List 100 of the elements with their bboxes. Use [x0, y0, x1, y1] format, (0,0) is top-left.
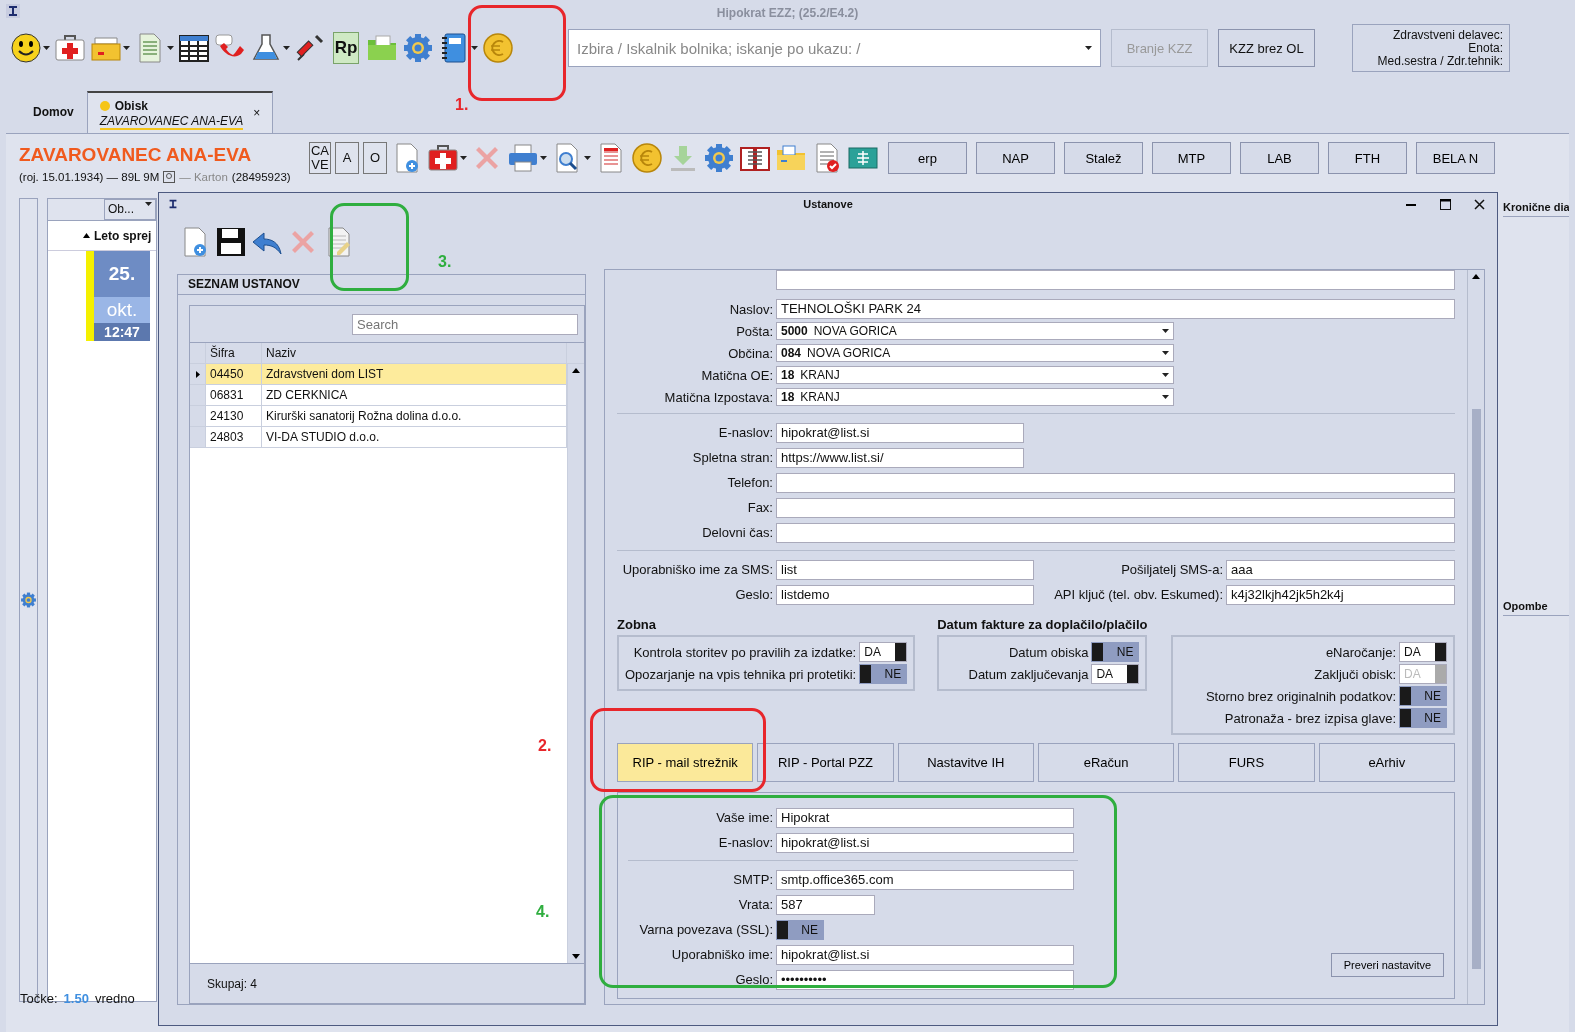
- settings-tab[interactable]: RIP - Portal PZZ: [757, 743, 894, 782]
- column-header[interactable]: Šifra: [206, 343, 262, 363]
- dropdown-field[interactable]: 18 KRANJ: [776, 366, 1174, 384]
- dropdown-field[interactable]: 084 NOVA GORICA: [776, 344, 1174, 362]
- toggle-switch[interactable]: NE: [1091, 642, 1140, 662]
- input-field[interactable]: list: [776, 559, 1034, 580]
- module-button[interactable]: BELA N: [1416, 142, 1495, 174]
- module-button[interactable]: MTP: [1152, 142, 1231, 174]
- table-row[interactable]: 24803 VI-DA STUDIO d.o.o.: [190, 427, 567, 448]
- gear-icon[interactable]: [20, 591, 37, 609]
- field-label: Delovni čas:: [701, 525, 773, 540]
- points-label: Točke:: [20, 991, 58, 1006]
- input-field[interactable]: smtp.office365.com: [776, 869, 1074, 890]
- module-button[interactable]: LAB: [1240, 142, 1319, 174]
- input-field[interactable]: 587: [776, 894, 875, 915]
- input-field[interactable]: [776, 472, 1455, 493]
- scroll-up-icon[interactable]: [1472, 274, 1480, 279]
- letter-button[interactable]: CA VE: [309, 142, 331, 174]
- toggle-label: Datum obiska: [1008, 644, 1089, 660]
- toggle-label: Patronaža - brez izpisa glave:: [1224, 710, 1396, 726]
- input-field[interactable]: hipokrat@list.si: [776, 832, 1074, 853]
- table-row[interactable]: 04450 Zdravstveni dom LIST: [190, 364, 567, 385]
- toggle-switch[interactable]: DA: [1091, 664, 1140, 684]
- input-field[interactable]: [776, 522, 1455, 543]
- verify-settings-button[interactable]: Preveri nastavitve: [1331, 953, 1444, 977]
- caret-icon[interactable]: [1162, 395, 1169, 399]
- letter-button[interactable]: O: [363, 142, 387, 174]
- user-info-line: Enota:: [1468, 41, 1503, 55]
- module-button[interactable]: erp: [888, 142, 967, 174]
- caret-icon[interactable]: [145, 202, 152, 206]
- caret-icon[interactable]: [283, 46, 290, 50]
- table-row[interactable]: 24130 Kirurški sanatorij Rožna dolina d.o.o.: [190, 406, 567, 427]
- caret-icon[interactable]: [1162, 373, 1169, 377]
- caret-icon[interactable]: [540, 156, 547, 160]
- settings-tab[interactable]: eRačun: [1038, 743, 1175, 782]
- caret-icon[interactable]: [471, 46, 478, 50]
- input-field[interactable]: TEHNOLOŠKI PARK 24: [776, 299, 1455, 319]
- table-row[interactable]: 06831 ZD CERKNICA: [190, 385, 567, 406]
- scroll-down-icon[interactable]: [572, 954, 580, 959]
- patient-search-combobox[interactable]: Izbira / Iskalnik bolnika; iskanje po ukazu: /: [568, 29, 1101, 67]
- input-field[interactable]: k4j32lkjh42jk5h2k4j: [1226, 584, 1455, 605]
- panel-title: SEZNAM USTANOV: [178, 275, 585, 295]
- first-aid-kit-icon[interactable]: [54, 32, 86, 64]
- settings-tab[interactable]: RIP - mail strežnik: [617, 743, 754, 782]
- module-button[interactable]: Stalež: [1064, 142, 1143, 174]
- input-field[interactable]: hipokrat@list.si: [776, 944, 1074, 965]
- patient-details: (roj. 15.01.1934) — 89L 9M: [19, 171, 160, 183]
- input-field[interactable]: Hipokrat: [776, 807, 1074, 828]
- column-filter[interactable]: Ob...: [104, 199, 156, 220]
- column-header[interactable]: Naziv: [262, 343, 567, 363]
- save-icon[interactable]: [215, 226, 247, 258]
- letter-button[interactable]: A: [335, 142, 359, 174]
- settings-tab[interactable]: eArhiv: [1318, 743, 1455, 782]
- scrollbar-thumb[interactable]: [1471, 409, 1481, 969]
- toggle-label: Zaključi obisk:: [1314, 666, 1396, 682]
- printer-icon[interactable]: [507, 142, 539, 174]
- toggle-switch[interactable]: NE: [776, 919, 824, 940]
- maximize-icon[interactable]: [1439, 198, 1451, 210]
- caret-icon[interactable]: [167, 46, 174, 50]
- toggle-switch[interactable]: DA: [1399, 642, 1447, 662]
- caret-icon[interactable]: [1162, 351, 1169, 355]
- search-field[interactable]: Search: [352, 313, 578, 335]
- collapse-icon[interactable]: [83, 233, 90, 238]
- caret-icon[interactable]: [1162, 329, 1169, 333]
- input-field[interactable]: hipokrat@list.si: [776, 422, 1024, 443]
- input-field[interactable]: [776, 497, 1455, 518]
- first-aid-kit-icon[interactable]: [427, 142, 459, 174]
- group-header[interactable]: Leto sprej: [94, 228, 152, 243]
- caret-icon[interactable]: [123, 46, 130, 50]
- scroll-up-icon[interactable]: [572, 368, 580, 373]
- dropdown-field[interactable]: 18 KRANJ: [776, 388, 1174, 406]
- close-icon[interactable]: [1473, 198, 1485, 210]
- toggle-switch[interactable]: DA: [859, 642, 908, 662]
- dropdown-field[interactable]: 5000 NOVA GORICA: [776, 322, 1174, 340]
- module-button[interactable]: NAP: [976, 142, 1055, 174]
- caret-icon[interactable]: [584, 156, 591, 160]
- settings-tab[interactable]: FURS: [1178, 743, 1315, 782]
- settings-tab[interactable]: Nastavitve IH: [897, 743, 1034, 782]
- caret-icon[interactable]: [43, 46, 50, 50]
- toggle-switch[interactable]: NE: [859, 664, 908, 684]
- toolbar-button[interactable]: KZZ brez OL: [1218, 29, 1315, 67]
- section-header: Opombe: [1503, 597, 1569, 616]
- caret-icon[interactable]: [1085, 46, 1092, 50]
- person-badge-icon[interactable]: [163, 171, 176, 183]
- user-info-line: Med.sestra / Zdr.tehnik:: [1377, 54, 1503, 68]
- input-field[interactable]: listdemo: [776, 584, 1034, 605]
- toggle-switch[interactable]: NE: [1399, 686, 1447, 706]
- document-tab[interactable]: Domov: [20, 91, 87, 133]
- input-field[interactable]: https://www.list.si/: [776, 447, 1024, 468]
- toggle-switch[interactable]: NE: [1399, 708, 1447, 728]
- input-field[interactable]: [776, 270, 1455, 290]
- caret-icon[interactable]: [460, 156, 467, 160]
- table-icon[interactable]: [178, 32, 210, 64]
- module-button[interactable]: FTH: [1328, 142, 1407, 174]
- input-field[interactable]: aaa: [1226, 559, 1455, 580]
- smiley-icon[interactable]: [10, 32, 42, 64]
- euro-coin-icon[interactable]: [631, 142, 663, 174]
- field-label: Naslov:: [728, 301, 773, 317]
- tab-close-button[interactable]: ×: [253, 106, 261, 120]
- prescription-button[interactable]: Rp: [333, 32, 359, 64]
